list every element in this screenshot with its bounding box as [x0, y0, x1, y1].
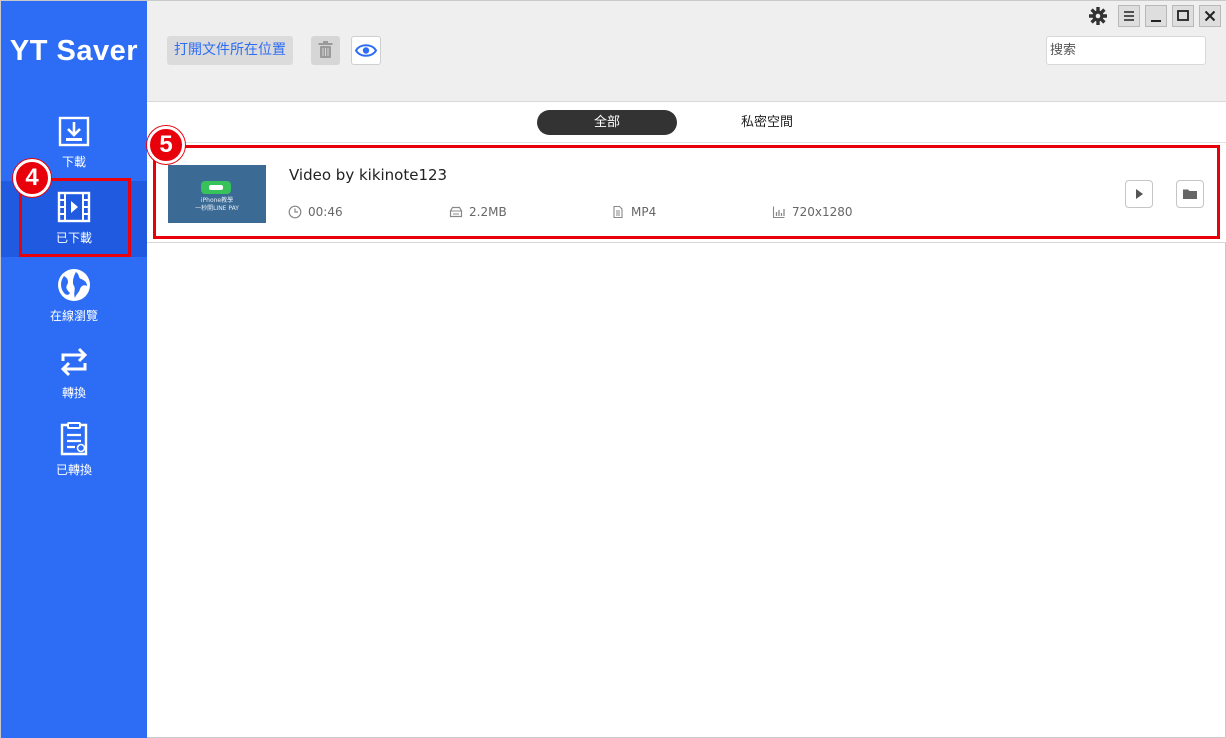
convert-icon — [56, 344, 92, 380]
sidebar-item-browser[interactable]: 在線瀏覽 — [1, 259, 147, 335]
maximize-icon[interactable] — [1172, 5, 1194, 27]
download-icon — [56, 113, 92, 149]
sidebar-item-label: 在線瀏覽 — [49, 309, 98, 323]
tabs-bar: 全部 私密空間 — [147, 102, 1226, 143]
sidebar: YT Saver 下載 已下載 在線瀏覽 轉換 已轉換 — [1, 1, 147, 738]
eye-icon — [352, 44, 380, 68]
minimize-icon[interactable] — [1145, 5, 1167, 27]
annotation-box-5 — [153, 145, 1220, 239]
trash-icon — [311, 41, 340, 69]
globe-icon — [56, 267, 92, 303]
annotation-badge-5: 5 — [147, 126, 185, 164]
menu-icon[interactable] — [1118, 5, 1140, 27]
window-controls — [1081, 5, 1221, 27]
sidebar-item-converted[interactable]: 已轉換 — [1, 413, 147, 489]
close-icon[interactable] — [1199, 5, 1221, 27]
app-window: YT Saver 下載 已下載 在線瀏覽 轉換 已轉換 打開文件所在位置 搜索 … — [0, 0, 1226, 738]
delete-button[interactable] — [311, 36, 340, 65]
search-input[interactable] — [1046, 36, 1206, 65]
gear-icon[interactable] — [1087, 5, 1109, 27]
tab-all[interactable]: 全部 — [537, 110, 677, 135]
app-logo: YT Saver — [9, 35, 139, 67]
annotation-badge-4: 4 — [13, 159, 51, 197]
private-toggle-button[interactable] — [351, 36, 381, 65]
sidebar-item-label: 已轉換 — [55, 463, 92, 477]
open-file-location-button[interactable]: 打開文件所在位置 — [167, 36, 293, 65]
tab-private-space[interactable]: 私密空間 — [707, 110, 827, 135]
converted-file-icon — [56, 421, 92, 457]
sidebar-item-convert[interactable]: 轉換 — [1, 336, 147, 412]
top-toolbar: 打開文件所在位置 — [147, 1, 1226, 102]
sidebar-item-label: 轉換 — [61, 386, 86, 400]
